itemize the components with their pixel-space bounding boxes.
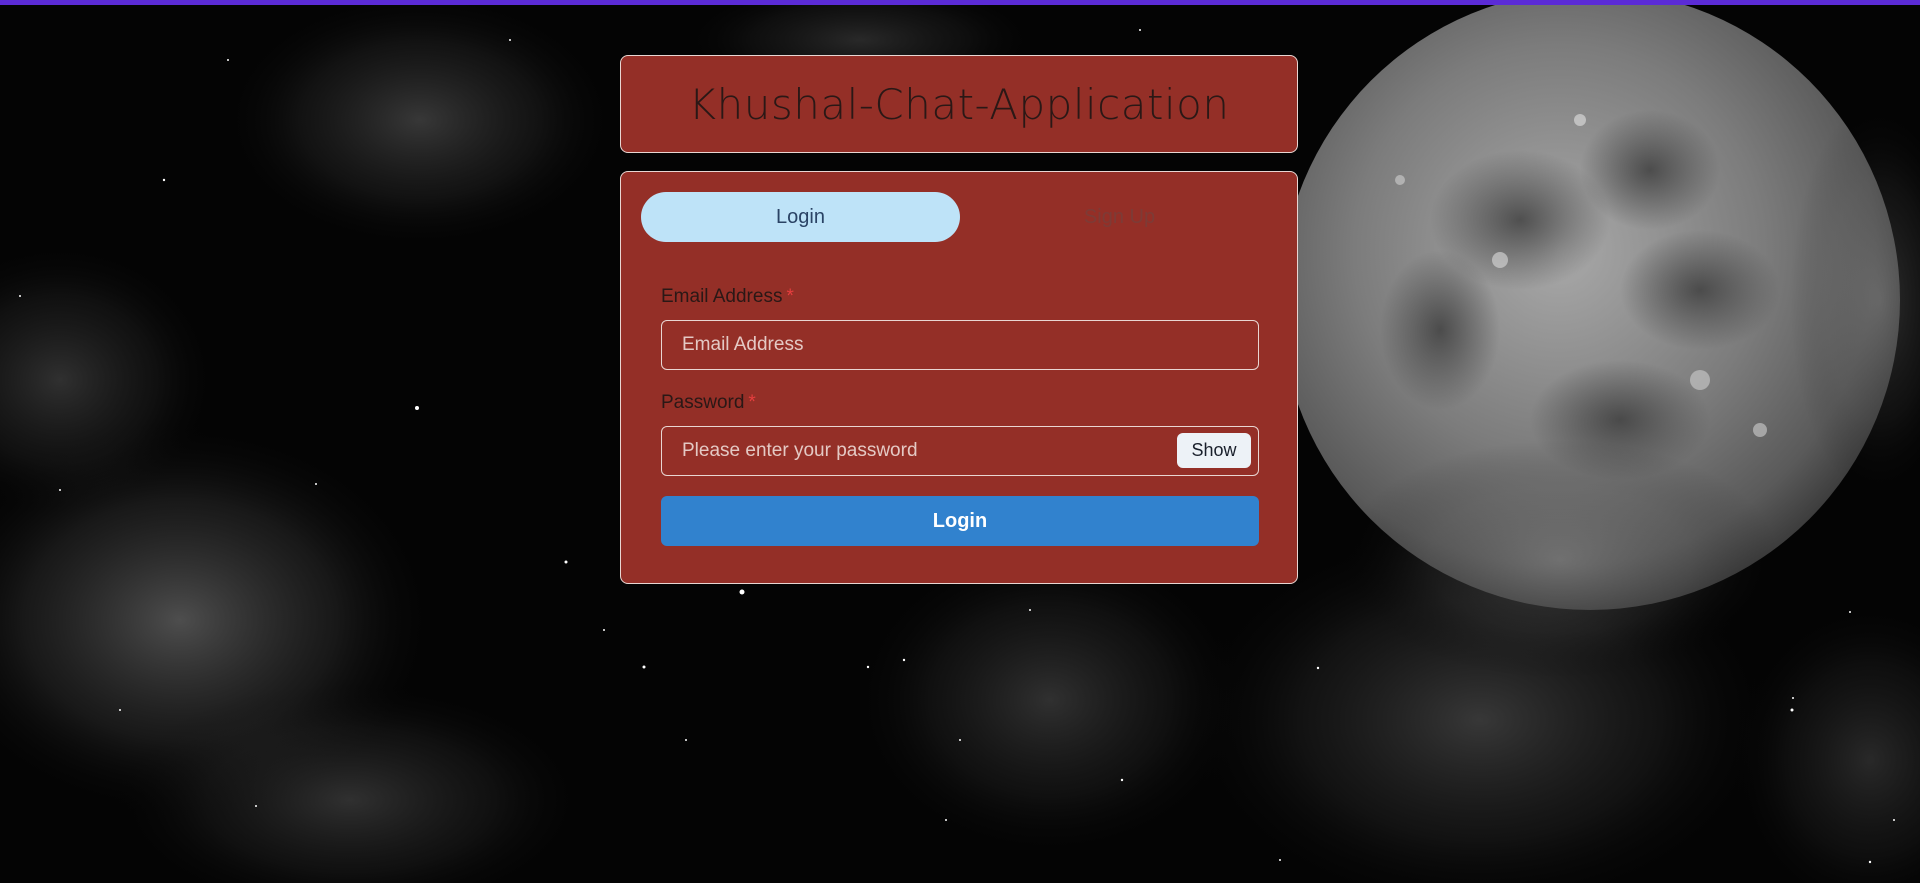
app-title: Khushal-Chat-Application <box>688 79 1230 129</box>
tab-login[interactable]: Login <box>641 192 960 242</box>
login-form: Email Address* Password* Show Login <box>661 284 1259 546</box>
required-marker: * <box>786 286 794 307</box>
password-label: Password * <box>661 390 1259 416</box>
password-label-text: Password <box>661 392 745 413</box>
show-password-button[interactable]: Show <box>1177 433 1251 468</box>
email-label: Email Address * <box>661 284 1259 310</box>
required-marker: * <box>748 392 756 413</box>
login-button[interactable]: Login <box>661 496 1259 546</box>
app-title-box: Khushal-Chat-Application <box>620 55 1298 153</box>
tab-sign-up[interactable]: Sign Up <box>960 192 1279 242</box>
auth-card: Login Sign Up Email Address* Password* S… <box>620 171 1298 584</box>
top-accent-bar <box>0 0 1920 5</box>
auth-container: Khushal-Chat-Application Login Sign Up E… <box>620 55 1300 584</box>
email-label-text: Email Address <box>661 286 783 307</box>
auth-tabs: Login Sign Up <box>641 192 1279 242</box>
password-field[interactable] <box>661 426 1259 476</box>
password-group: Show <box>661 426 1259 476</box>
email-field[interactable] <box>661 320 1259 370</box>
